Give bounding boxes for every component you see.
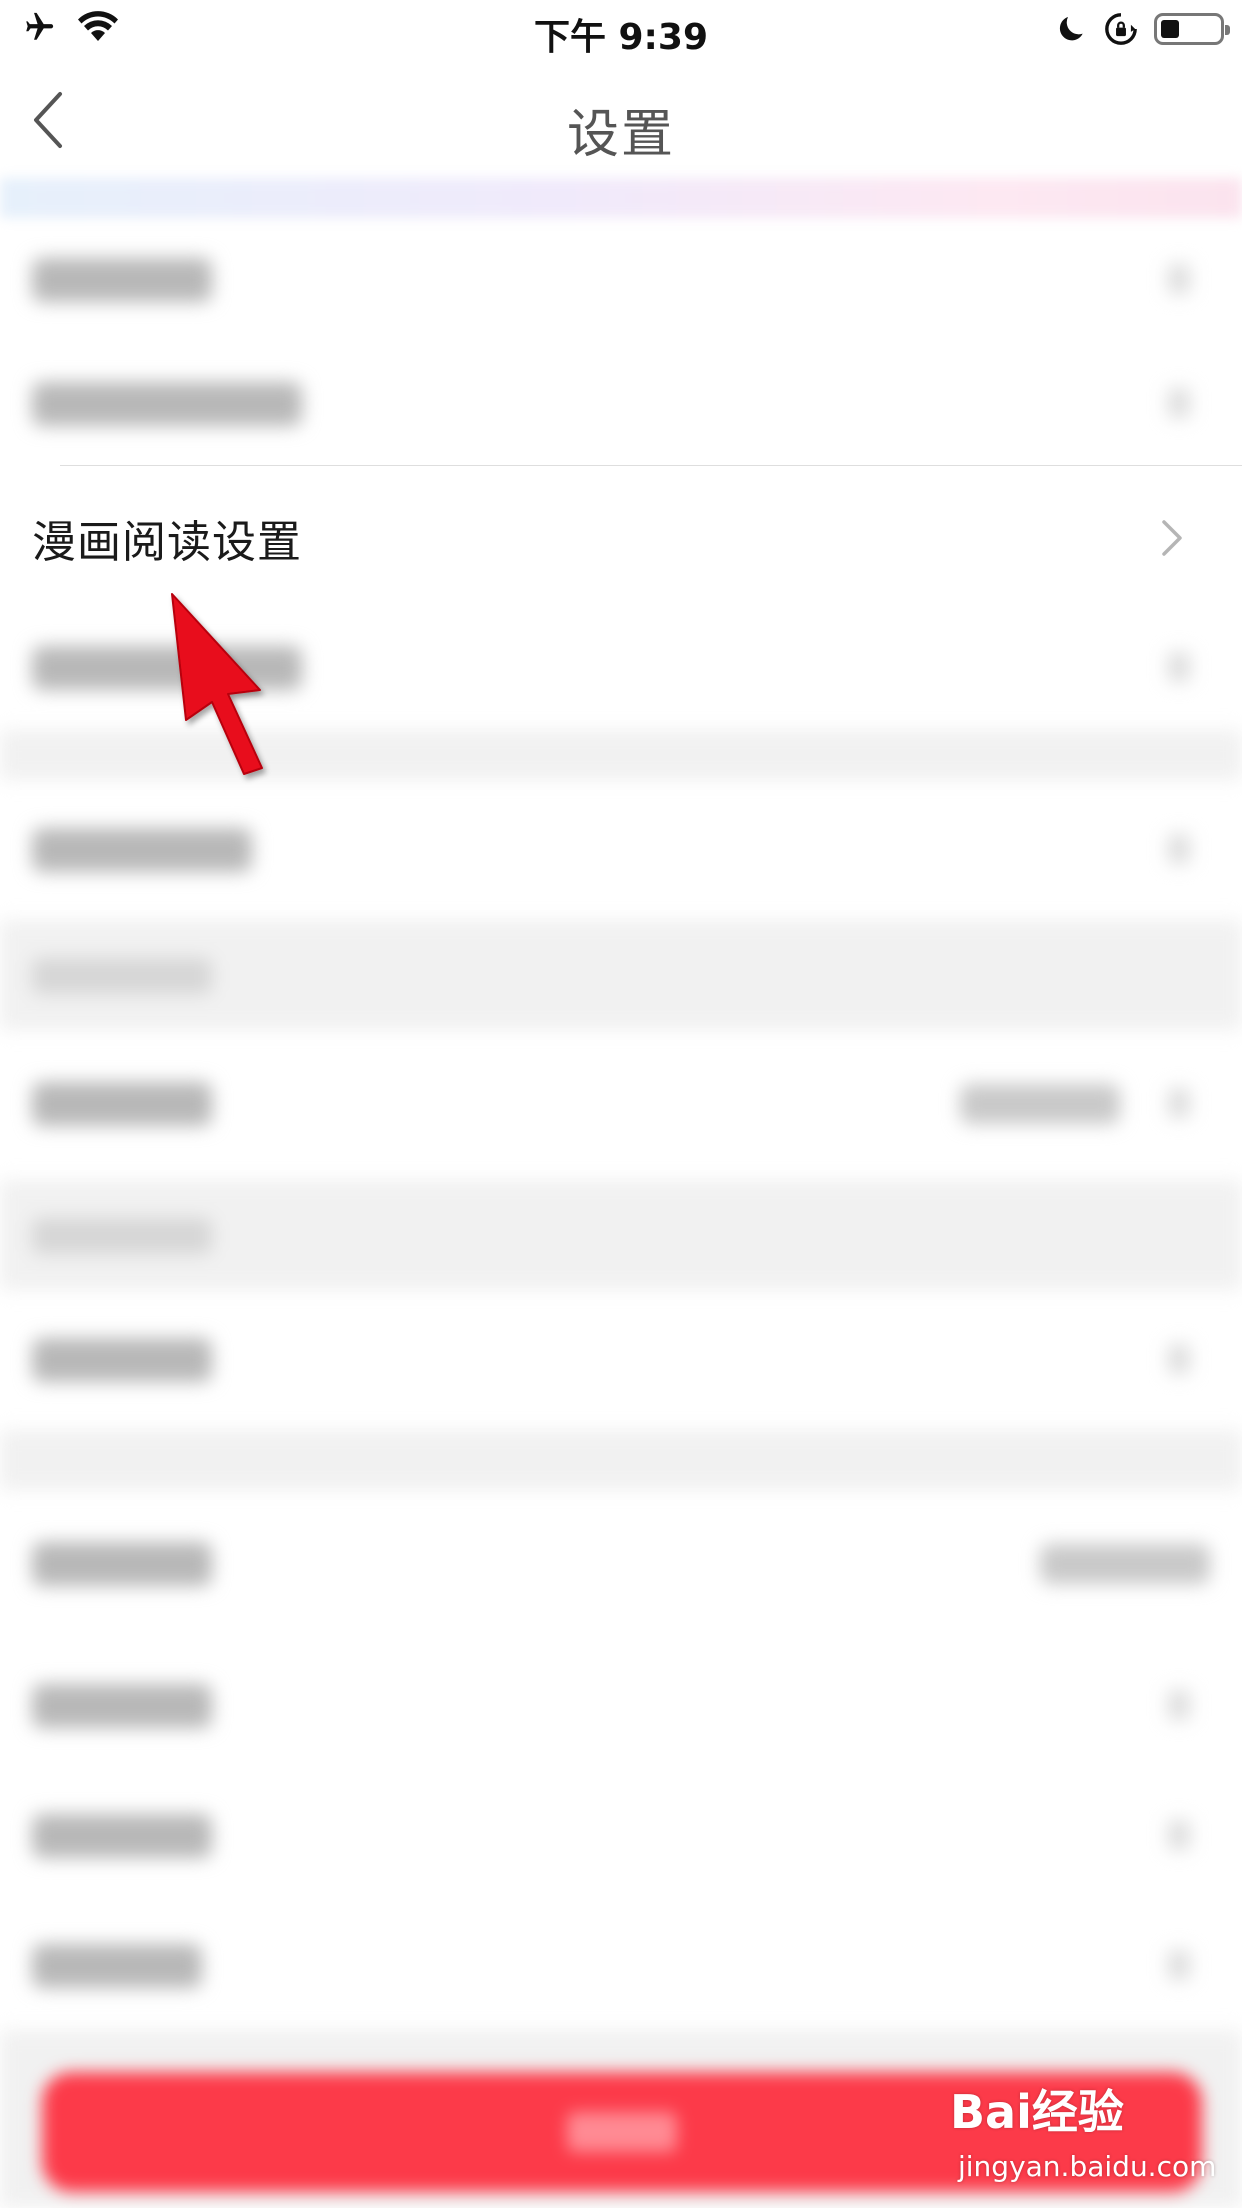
status-right [1056,12,1230,46]
chevron-right-icon [1168,1820,1190,1850]
blurred-setting-row[interactable] [0,780,1242,920]
battery-icon [1154,13,1230,45]
chevron-right-icon [1162,520,1182,556]
blurred-row-label [32,1542,212,1586]
blurred-row-label [32,1814,212,1858]
battery-tip [1225,25,1230,35]
moon-icon [1059,17,1083,41]
blurred-setting-row[interactable] [0,1030,1242,1180]
blurred-setting-row[interactable] [0,1770,1242,1900]
blurred-setting-row[interactable] [0,1290,1242,1430]
chevron-right-icon [1168,834,1190,864]
chevron-right-icon [1168,1690,1190,1720]
blurred-row-label [32,258,212,302]
watermark-url: jingyan.baidu.com [958,2150,1217,2183]
blurred-row-label [32,382,302,426]
chevron-right-icon [1168,1950,1190,1980]
comic-reading-settings-label: 漫画阅读设置 [32,517,302,568]
blurred-setting-row[interactable] [0,342,1242,466]
section-gap-header [0,1180,1242,1290]
blurred-row-label [32,1338,212,1382]
section-gap-header [0,920,1242,1030]
status-bar: 下午 9:39 [0,0,1242,62]
rotation-lock-icon [1105,13,1137,45]
blurred-row-value [960,1084,1120,1124]
chevron-right-icon [1168,1344,1190,1374]
blurred-setting-row[interactable] [0,218,1242,342]
blurred-row-label [32,1944,202,1988]
header-gradient-strip [0,178,1242,218]
baidu-jingyan-watermark: Bai经验 jingyan.baidu.com [950,2076,1220,2196]
page-title: 设置 [566,105,675,165]
comic-reading-settings-row[interactable]: 漫画阅读设置 [0,466,1242,606]
nav-bar: 设置 [0,62,1242,178]
chevron-right-icon [1168,652,1190,682]
chevron-right-icon [1168,264,1190,294]
blurred-section-label [32,1218,212,1254]
chevron-right-icon [1168,388,1190,418]
chevron-right-icon [1168,1088,1190,1118]
section-gap [0,1430,1242,1490]
watermark-logo: Bai经验 [950,2085,1124,2139]
red-arrow-icon [171,593,263,775]
blurred-setting-row[interactable] [0,1640,1242,1770]
blurred-row-label [32,1082,212,1126]
blurred-setting-row[interactable] [0,1490,1242,1640]
blurred-row-label [32,1684,212,1728]
blurred-row-label [32,828,252,872]
blurred-row-value [1040,1544,1210,1584]
blurred-setting-row[interactable] [0,1900,1242,2030]
blurred-button-label [567,2112,677,2152]
battery-fill [1161,20,1179,38]
blurred-section-label [32,958,212,994]
